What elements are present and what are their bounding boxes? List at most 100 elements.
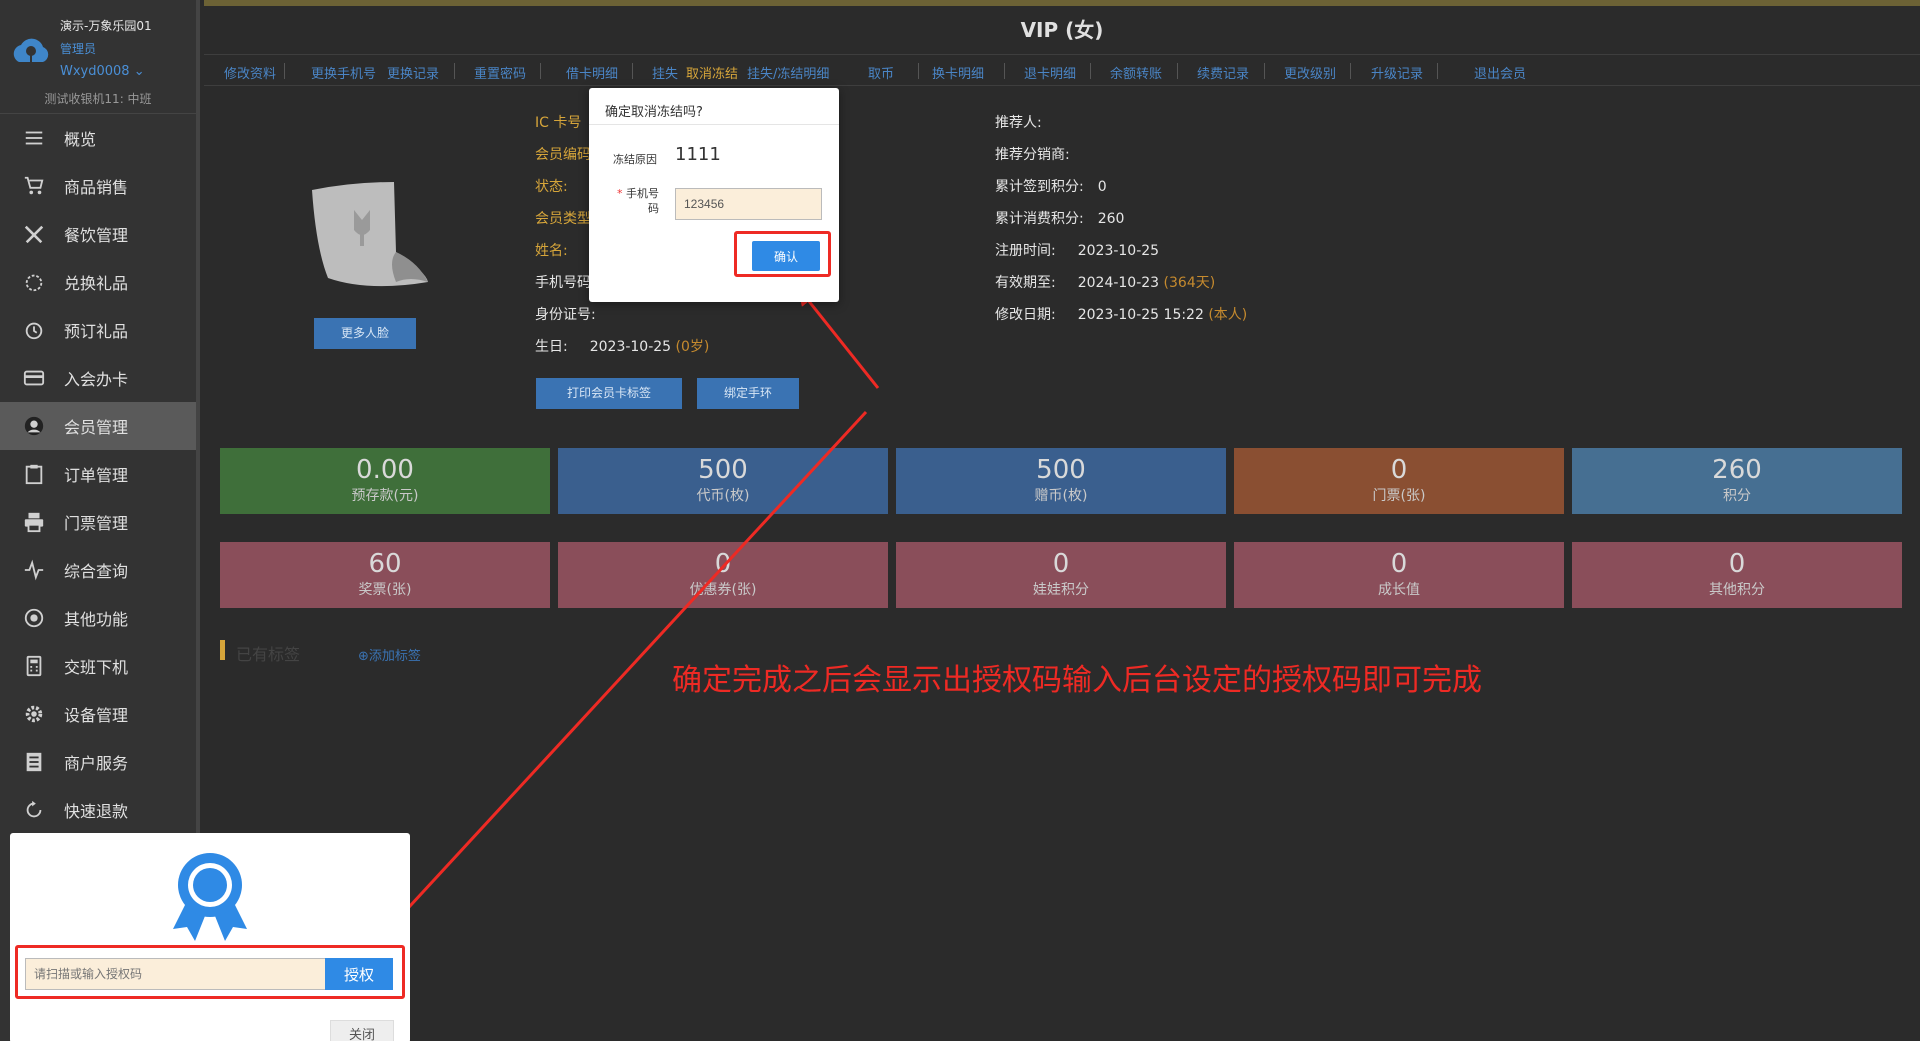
tab-return-card-detail[interactable]: 退卡明细 <box>1024 63 1076 82</box>
sidebar-item-other[interactable]: 其他功能 <box>0 594 196 642</box>
more-face-button[interactable]: 更多人脸 <box>314 318 416 349</box>
tab-exit-member[interactable]: 退出会员 <box>1474 63 1526 82</box>
highlight-box <box>734 231 831 277</box>
register-label: 注册时间: <box>995 243 1056 259</box>
sidebar-item-device[interactable]: 设备管理 <box>0 690 196 738</box>
sidebar-item-join-card[interactable]: 入会办卡 <box>0 354 196 402</box>
phone-input[interactable] <box>675 188 822 220</box>
freeze-reason-label: 冻结原因 <box>613 153 657 166</box>
tab-change-level[interactable]: 更改级别 <box>1284 63 1336 82</box>
stat-label: 赠币(枚) <box>1034 488 1088 504</box>
sidebar-item-query[interactable]: 综合查询 <box>0 546 196 594</box>
birthday-row: 生日: 2023-10-25 (0岁) <box>535 336 709 356</box>
member-no-label: 会员编码 <box>535 147 591 163</box>
sidebar-item-sales[interactable]: 商品销售 <box>0 162 196 210</box>
auth-code-input[interactable] <box>25 958 327 990</box>
member-action-tabs: 修改资料 更换手机号 更换记录 重置密码 借卡明细 挂失 取消冻结 挂失/冻结明… <box>204 54 1920 86</box>
sidebar-item-label: 入会办卡 <box>64 370 129 389</box>
sidebar-item-tickets[interactable]: 门票管理 <box>0 498 196 546</box>
stat-value: 0 <box>714 549 732 579</box>
gift-icon <box>22 270 46 294</box>
ic-card-label: IC 卡号 <box>535 115 582 131</box>
tab-report-loss[interactable]: 挂失 <box>652 63 678 82</box>
consume-points-label: 累计消费积分: <box>995 211 1084 227</box>
tab-swap-card-detail[interactable]: 换卡明细 <box>932 63 984 82</box>
valid-days: (364天) <box>1163 275 1216 291</box>
stat-card-coupon[interactable]: 0 优惠券(张) <box>558 542 888 608</box>
stat-label: 其他积分 <box>1709 582 1765 598</box>
tab-upgrade-record[interactable]: 升级记录 <box>1371 63 1423 82</box>
tab-change-record[interactable]: 更换记录 <box>387 63 439 82</box>
sidebar-item-merchant[interactable]: 商户服务 <box>0 738 196 786</box>
stat-label: 奖票(张) <box>358 582 412 598</box>
tab-edit-profile[interactable]: 修改资料 <box>224 63 276 82</box>
sidebar-item-overview[interactable]: 概览 <box>0 114 196 162</box>
tab-divider <box>918 63 919 79</box>
clipboard-icon <box>22 462 46 486</box>
phone-label: 手机号码 <box>535 275 591 291</box>
sidebar-item-refund[interactable]: 快速退款 <box>0 786 196 834</box>
stat-card-prepaid[interactable]: 0.00 预存款(元) <box>220 448 550 514</box>
tab-divider <box>1177 63 1178 79</box>
stat-value: 260 <box>1712 455 1762 485</box>
stat-label: 成长值 <box>1378 582 1420 598</box>
user-icon <box>22 414 46 438</box>
tab-reset-password[interactable]: 重置密码 <box>474 63 526 82</box>
close-button[interactable]: 关闭 <box>330 1020 394 1041</box>
authorize-button[interactable]: 授权 <box>325 958 393 990</box>
tab-divider <box>540 63 541 79</box>
sidebar-item-label: 门票管理 <box>64 514 129 533</box>
user-dropdown[interactable]: Wxyd0008 ⌄ <box>60 64 145 79</box>
card-icon <box>22 366 46 390</box>
printer-icon <box>22 510 46 534</box>
register-value: 2023-10-25 <box>1077 243 1160 259</box>
phone-label-text: 手机号码 <box>626 187 659 215</box>
stat-value: 0.00 <box>356 455 414 485</box>
tab-balance-transfer[interactable]: 余额转账 <box>1110 63 1162 82</box>
valid-row: 有效期至: 2024-10-23 (364天) <box>995 272 1215 292</box>
distributor-label: 推荐分销商: <box>995 147 1070 163</box>
menu-icon <box>22 126 46 150</box>
cart-icon <box>22 174 46 198</box>
sidebar-item-label: 会员管理 <box>64 418 129 437</box>
aperture-icon <box>22 606 46 630</box>
tab-loss-freeze-detail[interactable]: 挂失/冻结明细 <box>747 63 829 82</box>
stat-card-ticket[interactable]: 0 门票(张) <box>1234 448 1564 514</box>
stat-value: 0 <box>1052 549 1070 579</box>
stat-value: 0 <box>1390 455 1408 485</box>
tags-title: 已有标签 <box>236 645 301 664</box>
stat-card-bonus-coin[interactable]: 500 赠币(枚) <box>896 448 1226 514</box>
sidebar-item-label: 其他功能 <box>64 610 129 629</box>
dialog-title: 确定取消冻结吗? <box>605 105 703 120</box>
pulse-icon <box>22 558 46 582</box>
document-icon <box>22 750 46 774</box>
tags-accent-bar <box>220 640 225 660</box>
bind-wristband-button[interactable]: 绑定手环 <box>697 378 799 409</box>
sidebar-item-label: 快速退款 <box>64 802 129 821</box>
sidebar-item-catering[interactable]: 餐饮管理 <box>0 210 196 258</box>
tab-unfreeze[interactable]: 取消冻结 <box>686 63 738 82</box>
tab-change-phone[interactable]: 更换手机号 <box>311 63 376 82</box>
sidebar-item-exchange-gift[interactable]: 兑换礼品 <box>0 258 196 306</box>
sidebar-item-member[interactable]: 会员管理 <box>0 402 196 450</box>
tab-borrow-detail[interactable]: 借卡明细 <box>566 63 618 82</box>
stat-card-token[interactable]: 500 代币(枚) <box>558 448 888 514</box>
stat-card-doll-points[interactable]: 0 娃娃积分 <box>896 542 1226 608</box>
refresh-icon <box>22 798 46 822</box>
stat-card-growth[interactable]: 0 成长值 <box>1234 542 1564 608</box>
stat-card-prize-ticket[interactable]: 60 奖票(张) <box>220 542 550 608</box>
sidebar-item-orders[interactable]: 订单管理 <box>0 450 196 498</box>
page-title: VIP (女) <box>1020 18 1104 42</box>
tab-renew-record[interactable]: 续费记录 <box>1197 63 1249 82</box>
sidebar-item-shift[interactable]: 交班下机 <box>0 642 196 690</box>
store-name: 演示-万象乐园01 <box>60 19 152 33</box>
required-mark: * <box>617 187 623 200</box>
stat-value: 500 <box>1036 455 1086 485</box>
stat-label: 积分 <box>1723 488 1751 504</box>
sidebar-item-reserve-gift[interactable]: 预订礼品 <box>0 306 196 354</box>
tab-withdraw-coin[interactable]: 取币 <box>868 63 894 82</box>
stat-card-points[interactable]: 260 积分 <box>1572 448 1902 514</box>
add-tag-link[interactable]: ⊕添加标签 <box>358 645 421 664</box>
stat-card-other-points[interactable]: 0 其他积分 <box>1572 542 1902 608</box>
print-member-card-label-button[interactable]: 打印会员卡标签 <box>536 378 682 409</box>
